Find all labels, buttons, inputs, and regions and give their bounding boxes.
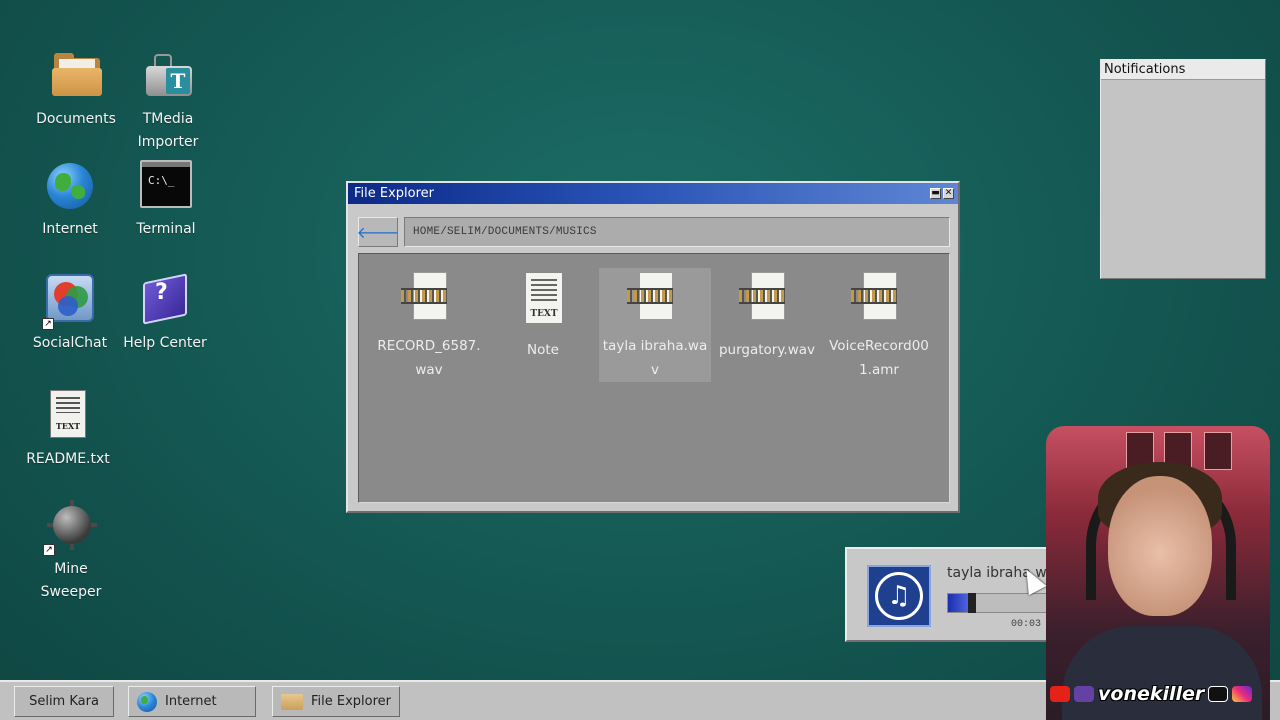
file-item-selected[interactable]: tayla ibraha.wav: [599, 268, 711, 382]
desktop-icon-minesweeper[interactable]: ↗ Mine Sweeper: [16, 500, 126, 604]
desktop-icon-terminal[interactable]: C:\_ Terminal: [111, 160, 221, 241]
notifications-panel: Notifications: [1100, 59, 1266, 279]
audio-file-icon: [627, 272, 675, 320]
taskbar-item-label: File Explorer: [311, 694, 392, 709]
desktop-icon-label: Help Center: [123, 335, 207, 351]
desktop-icon-help-center[interactable]: ? Help Center: [110, 273, 220, 355]
file-explorer-titlebar[interactable]: File Explorer ▬ ✕: [348, 183, 958, 204]
audio-file-icon: [401, 272, 449, 320]
mine-icon: ↗: [43, 500, 97, 556]
desktop-icon-label: SocialChat: [32, 335, 108, 351]
globe-icon: [137, 691, 157, 712]
help-book-icon: ?: [139, 273, 191, 326]
webcam-overlay: vonekiller: [1046, 426, 1270, 720]
minimize-button[interactable]: ▬: [930, 188, 941, 199]
shortcut-arrow-icon: ↗: [42, 318, 54, 330]
file-item[interactable]: purgatory.wav: [711, 268, 823, 382]
file-item[interactable]: RECORD_6587.wav: [373, 268, 485, 382]
file-name: purgatory.wav: [718, 342, 816, 358]
audio-file-icon: [851, 272, 899, 320]
terminal-prompt: C:\_: [148, 174, 175, 187]
desktop-icon-label: Mine Sweeper: [40, 561, 102, 600]
shortcut-arrow-icon: ↗: [43, 544, 55, 556]
folder-icon: [50, 50, 102, 102]
streamer-brand: vonekiller: [1050, 682, 1253, 706]
files-pane: RECORD_6587.wav TEXT Note tayla ibraha.w…: [358, 253, 950, 503]
path-bar: 🡐 HOME/SELIM/DOCUMENTS/MUSICS: [356, 217, 950, 247]
desktop-icon-internet[interactable]: Internet: [15, 160, 125, 241]
globe-icon: [44, 160, 96, 212]
text-document-icon: TEXT: [42, 390, 94, 442]
progress-bar[interactable]: [947, 593, 1047, 613]
file-name: tayla ibraha.wav: [602, 338, 708, 378]
file-item[interactable]: TEXT Note: [487, 268, 599, 382]
desktop-icon-label: Internet: [42, 221, 98, 237]
desktop-icon-label: TMedia Importer: [137, 111, 199, 150]
desktop-icon-label: Documents: [36, 111, 116, 127]
brand-name: vonekiller: [1098, 683, 1205, 705]
window-title: File Explorer: [354, 186, 435, 201]
folder-icon: [281, 693, 303, 710]
user-button[interactable]: Selim Kara: [14, 686, 114, 717]
desktop-icon-socialchat[interactable]: ↗ SocialChat: [15, 274, 125, 355]
desktop-icon-tmedia-importer[interactable]: T TMedia Importer: [113, 50, 223, 154]
music-note-icon: ♫: [867, 565, 931, 627]
user-name: Selim Kara: [29, 694, 99, 709]
youtube-icon: [1050, 686, 1070, 702]
terminal-icon: C:\_: [140, 160, 192, 212]
media-player[interactable]: ♫ tayla ibraha.wav 00:03 /: [845, 547, 1055, 642]
text-file-icon: TEXT: [523, 272, 563, 324]
notifications-title: Notifications: [1101, 60, 1265, 80]
file-name: VoiceRecord001.amr: [829, 338, 929, 378]
file-item[interactable]: VoiceRecord001.amr: [823, 268, 935, 382]
desktop-icon-label: Terminal: [136, 221, 196, 237]
tiktok-icon: [1208, 686, 1229, 702]
taskbar-item-internet[interactable]: Internet: [128, 686, 256, 717]
back-button[interactable]: 🡐: [356, 217, 400, 247]
file-name: RECORD_6587.wav: [377, 338, 481, 378]
desktop-icon-label: README.txt: [26, 451, 110, 467]
file-explorer-window[interactable]: File Explorer ▬ ✕ 🡐 HOME/SELIM/DOCUMENTS…: [346, 181, 960, 513]
audio-file-icon: [739, 272, 787, 324]
back-arrow-icon: 🡐: [356, 223, 400, 242]
instagram-icon: [1232, 686, 1253, 702]
progress-thumb[interactable]: [967, 593, 976, 613]
taskbar-item-label: Internet: [165, 694, 217, 709]
path-field[interactable]: HOME/SELIM/DOCUMENTS/MUSICS: [404, 217, 950, 247]
tmedia-importer-icon: T: [142, 50, 194, 102]
desktop-icon-readme[interactable]: TEXT README.txt: [13, 390, 123, 471]
twitch-icon: [1074, 686, 1094, 702]
close-button[interactable]: ✕: [943, 188, 954, 199]
taskbar-item-file-explorer[interactable]: File Explorer: [272, 686, 400, 717]
file-name: Note: [527, 342, 559, 358]
socialchat-icon: ↗: [42, 274, 96, 330]
